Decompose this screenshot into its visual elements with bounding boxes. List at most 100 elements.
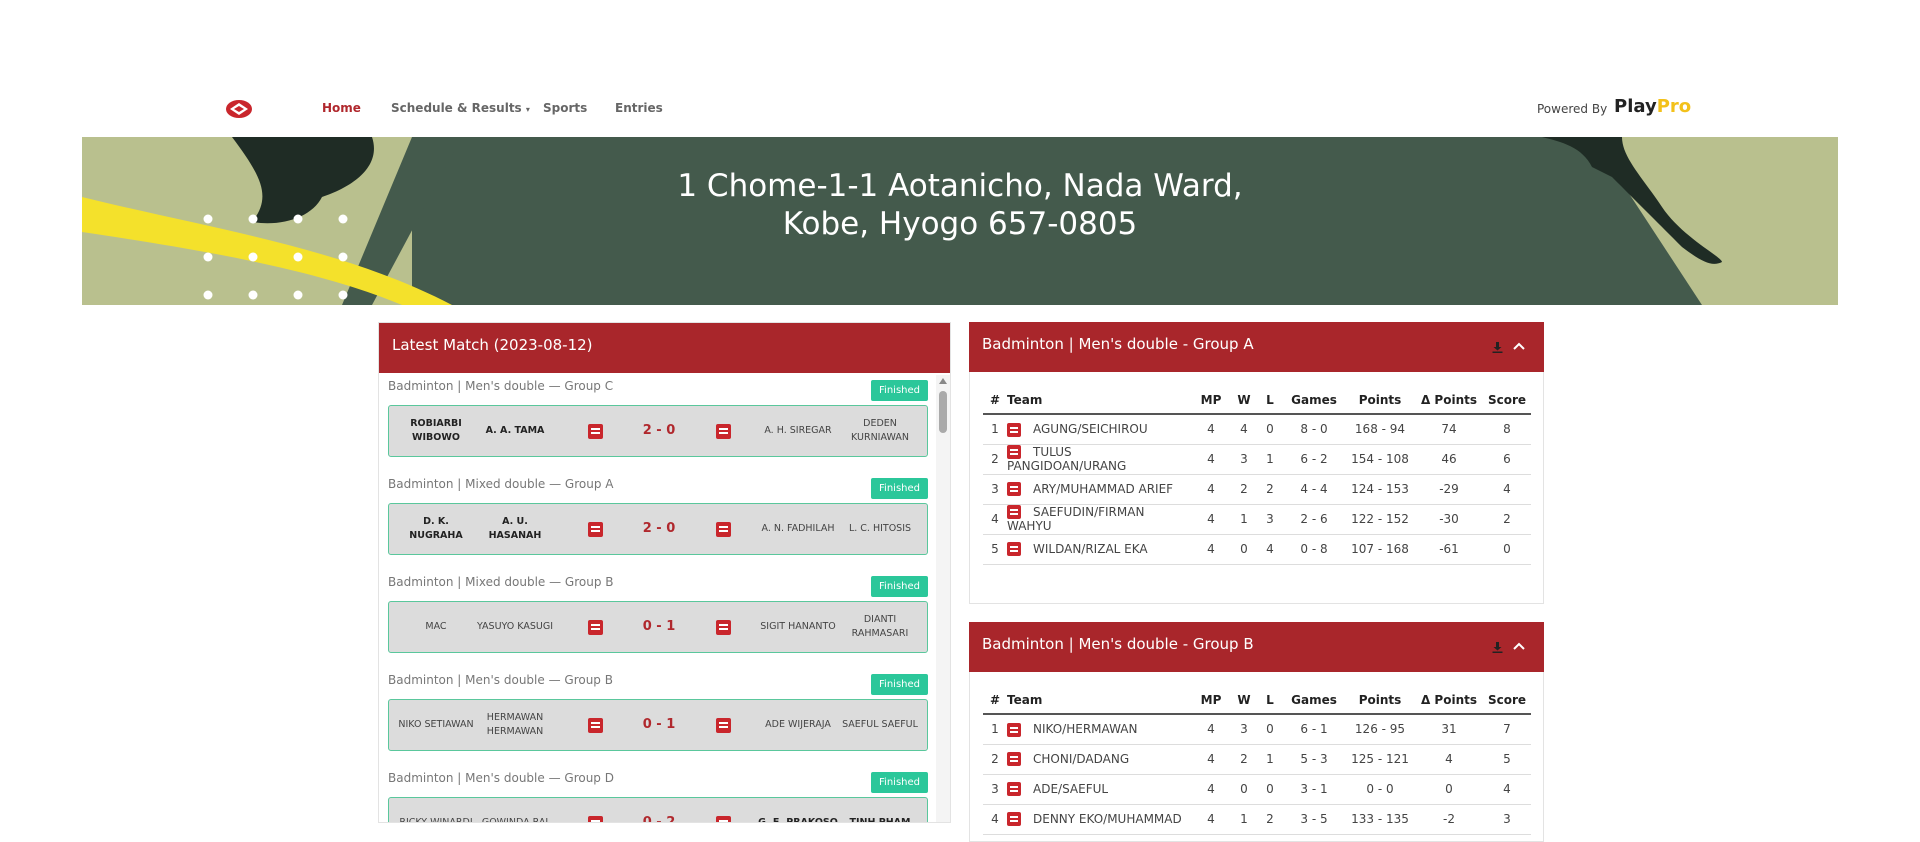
nav-sports[interactable]: Sports: [543, 101, 587, 115]
table-row[interactable]: 5 WILDAN/RIZAL EKA 4 0 4 0 - 8 107 - 168 -61 0: [983, 534, 1531, 565]
logo-icon[interactable]: [224, 98, 254, 120]
table-cell: 1: [1231, 504, 1257, 535]
download-icon[interactable]: [1492, 642, 1503, 653]
table-row[interactable]: 4 SAEFUDIN/FIRMAN WAHYU 4 1 3 2 - 6 122 - 152-…: [983, 504, 1531, 535]
table-cell: 6: [1483, 444, 1531, 475]
match-card[interactable]: Badminton | Men's double — Group B Finish…: [388, 673, 928, 763]
column-header: Δ Points: [1415, 386, 1483, 415]
table-cell: 4: [1257, 534, 1283, 565]
match-result-box[interactable]: RICKY WINARDI GOWINDA RAJ 0 - 2 G. E. PRAKO…: [388, 797, 928, 823]
column-header: Score: [1483, 686, 1531, 715]
table-cell: 8 - 0: [1283, 414, 1345, 445]
match-result-box[interactable]: ROBIARBI WIBOWO A. A. TAMA 2 - 0 A. H. SIRE…: [388, 405, 928, 457]
table-row[interactable]: 3 ADE/SAEFUL 4 0 0 3 - 10 - 004: [983, 774, 1531, 805]
team-flag-icon: [1007, 422, 1021, 437]
playpro-brand[interactable]: PlayPro: [1614, 96, 1691, 117]
away-player-1: A. H. SIREGAR: [764, 425, 832, 436]
group-a-header: Badminton | Men's double - Group A: [969, 322, 1544, 372]
table-cell: 4: [983, 504, 1007, 535]
team-name: ADE/SAEFUL: [1033, 781, 1109, 796]
team-name: SAEFUDIN/FIRMAN WAHYU: [1007, 504, 1145, 534]
table-cell: 4: [1191, 774, 1231, 805]
table-cell: -2: [1415, 804, 1483, 835]
table-cell: 4: [1191, 804, 1231, 835]
chevron-up-icon[interactable]: [1512, 340, 1526, 352]
chevron-up-icon[interactable]: [1512, 640, 1526, 652]
table-cell: 3: [983, 774, 1007, 805]
table-cell: 3: [1231, 444, 1257, 475]
nav-schedule-results-label: Schedule & Results: [391, 101, 522, 115]
table-cell: 3: [1257, 504, 1283, 535]
column-header: Games: [1283, 386, 1345, 415]
column-header: #: [983, 686, 1007, 715]
table-cell: 0 - 0: [1345, 774, 1415, 805]
table-row[interactable]: 4 DENNY EKO/MUHAMMAD 4 1 2 3 - 5 133 - 135 -2 3: [983, 804, 1531, 835]
home-flag-icon: [588, 718, 603, 733]
group-a-standings-table: # Team MP W L Games Points Δ Points Score 1 AGUNG…: [983, 386, 1531, 565]
powered-by-label: Powered By: [1537, 102, 1608, 116]
table-cell: 3: [1231, 714, 1257, 745]
table-cell: 4: [1191, 444, 1231, 475]
table-cell: 4: [1191, 504, 1231, 535]
match-score: 2 - 0: [642, 423, 676, 438]
table-cell: -61: [1415, 534, 1483, 565]
table-cell: 0: [1257, 414, 1283, 445]
match-result-box[interactable]: MAC YASUYO KASUGI 0 - 1 SIGIT HANANTO DIANTI…: [388, 601, 928, 653]
team-cell: AGUNG/SEICHIROU: [1007, 414, 1191, 445]
match-group-label: Badminton | Mixed double — Group B: [388, 575, 614, 589]
table-cell: 168 - 94: [1345, 414, 1415, 445]
scrollbar-thumb[interactable]: [939, 391, 947, 433]
table-cell: 154 - 108: [1345, 444, 1415, 475]
nav-home[interactable]: Home: [322, 101, 361, 115]
group-b-panel: Badminton | Men's double - Group B # Team…: [969, 622, 1544, 842]
table-row[interactable]: 1 AGUNG/SEICHIROU 4 4 0 8 - 0 168 - 94 74 8: [983, 414, 1531, 445]
column-header: Team: [1007, 686, 1191, 715]
table-row[interactable]: 2 TULUS PANGIDOAN/URANG 4 3 1 6 - 2 154 - 108 4…: [983, 444, 1531, 475]
match-card[interactable]: Badminton | Men's double — Group D Finish…: [388, 771, 928, 823]
table-cell: 4: [1483, 774, 1531, 805]
table-cell: 3: [1483, 804, 1531, 835]
scroll-up-arrow-icon[interactable]: [939, 378, 947, 384]
table-cell: -29: [1415, 474, 1483, 505]
table-cell: 2: [983, 444, 1007, 475]
match-card[interactable]: Badminton | Mixed double — Group B Finish…: [388, 575, 928, 665]
away-player-2: DIANTI RAHMASARI: [851, 614, 909, 639]
away-player-2: DEDEN KURNIAWAN: [851, 418, 909, 443]
match-card[interactable]: Badminton | Mixed double — Group A Finish…: [388, 477, 928, 567]
nav-entries[interactable]: Entries: [615, 101, 663, 115]
table-cell: 1: [983, 714, 1007, 745]
status-badge: Finished: [871, 772, 928, 793]
match-score: 0 - 1: [642, 717, 676, 732]
away-flag-icon: [716, 424, 731, 439]
match-result-box[interactable]: D. K. NUGRAHA A. U. HASANAH 2 - 0 A. N. FAD…: [388, 503, 928, 555]
table-cell: 1: [983, 414, 1007, 445]
home-flag-icon: [588, 424, 603, 439]
download-icon[interactable]: [1492, 342, 1503, 353]
match-group-label: Badminton | Men's double — Group B: [388, 673, 613, 687]
away-player-1: ADE WIJERAJA: [765, 719, 831, 730]
table-cell: 8: [1483, 414, 1531, 445]
match-card[interactable]: Badminton | Men's double — Group C Finish…: [388, 379, 928, 469]
table-cell: 4: [1191, 474, 1231, 505]
table-cell: 4: [1191, 744, 1231, 775]
table-cell: 133 - 135: [1345, 804, 1415, 835]
home-flag-icon: [588, 620, 603, 635]
latest-match-title: Latest Match (2023-08-12): [392, 336, 593, 354]
column-header: Team: [1007, 386, 1191, 415]
table-row[interactable]: 3 ARY/MUHAMMAD ARIEF 4 2 2 4 - 4 124 - 153 -29 4: [983, 474, 1531, 505]
home-flag-icon: [588, 816, 603, 822]
home-player-2: GOWINDA RAJ: [481, 817, 549, 823]
team-flag-icon: [1007, 722, 1021, 737]
banner-address-line1: 1 Chome-1-1 Aotanicho, Nada Ward,: [677, 168, 1243, 204]
column-header: W: [1231, 386, 1257, 415]
table-row[interactable]: 1 NIKO/HERMAWAN 4 3 0 6 - 1 126 - 95 31 7: [983, 714, 1531, 745]
table-cell: 2: [983, 744, 1007, 775]
nav-schedule-results[interactable]: Schedule & Results ▾: [391, 101, 530, 115]
table-cell: 6 - 2: [1283, 444, 1345, 475]
table-cell: 2: [1483, 504, 1531, 535]
table-cell: 1: [1257, 744, 1283, 775]
team-flag-icon: [1007, 812, 1021, 827]
match-result-box[interactable]: NIKO SETIAWAN HERMAWAN HERMAWAN 0 - 1 ADE W…: [388, 699, 928, 751]
table-row[interactable]: 2 CHONI/DADANG 4 2 1 5 - 3 125 - 121 4 5: [983, 744, 1531, 775]
scrollbar[interactable]: [936, 375, 950, 822]
